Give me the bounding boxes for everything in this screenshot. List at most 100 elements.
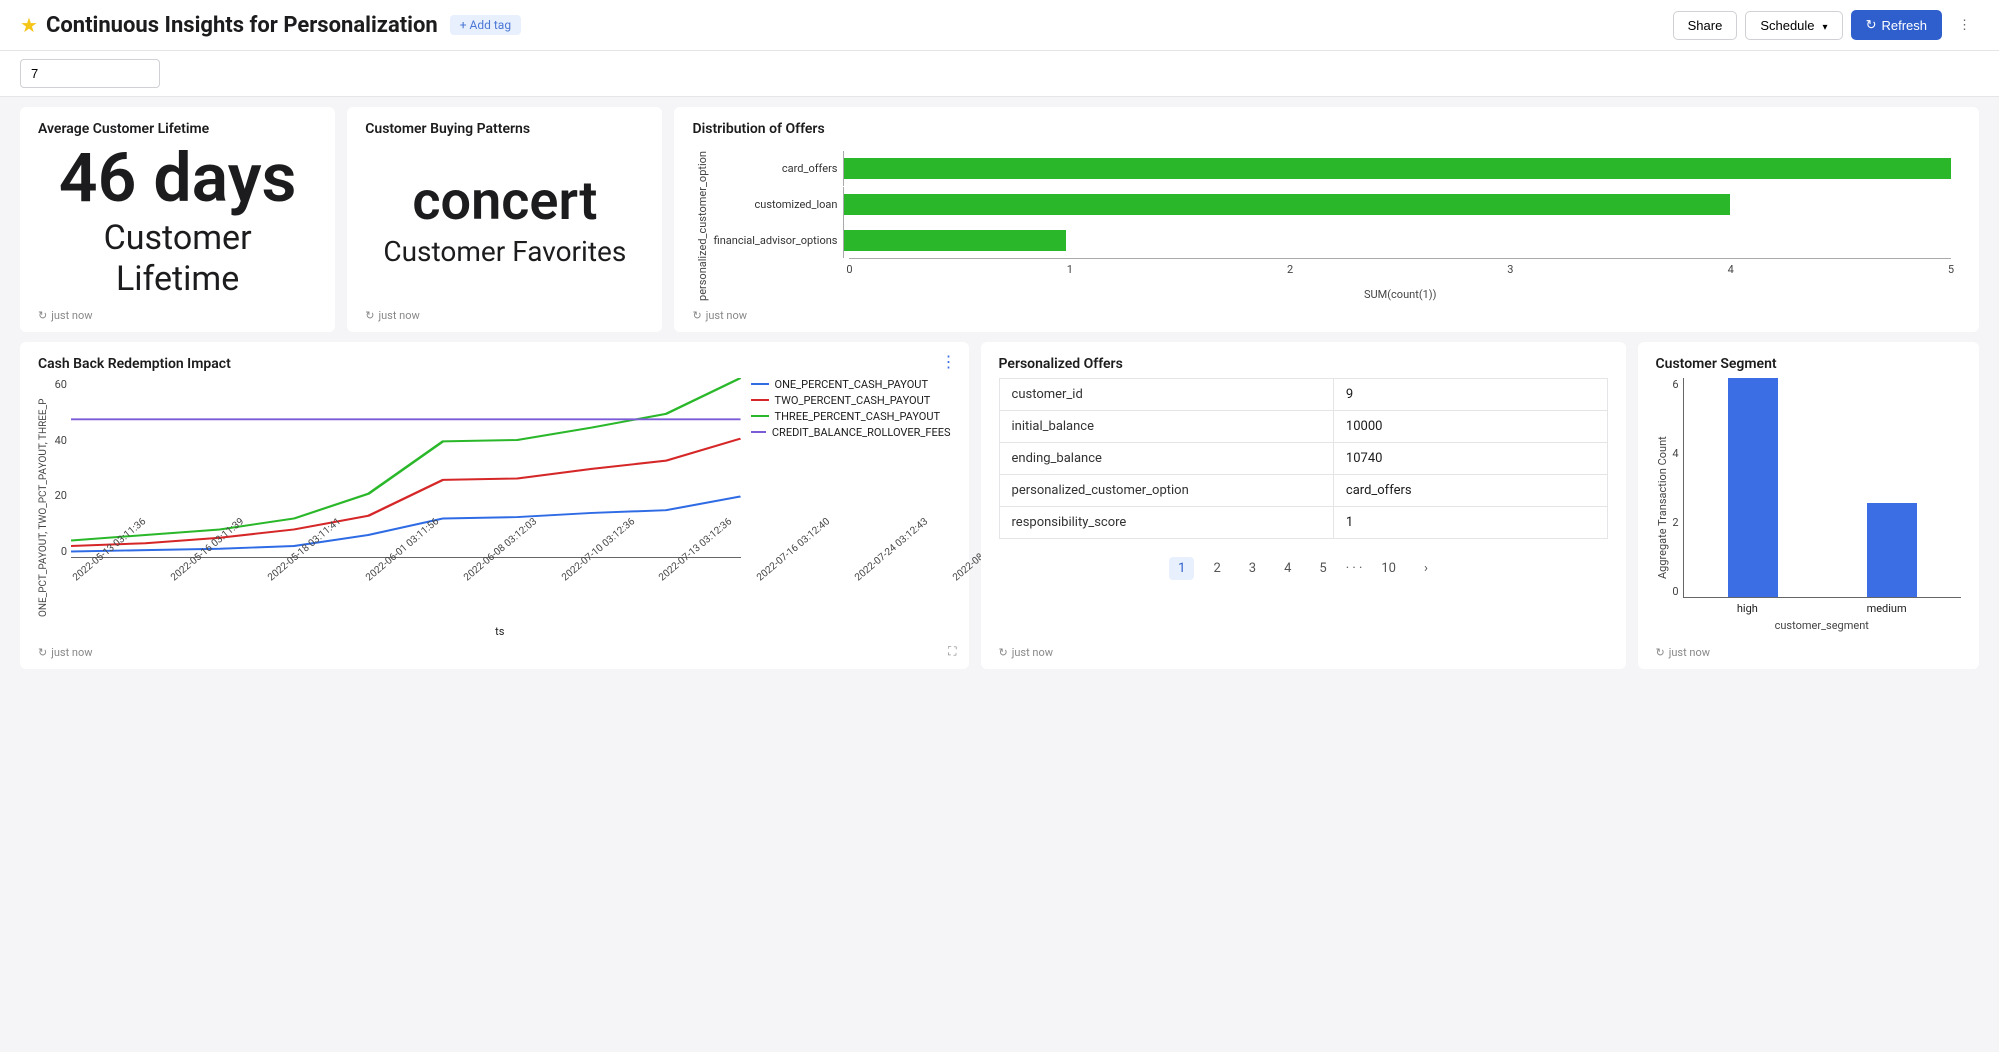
axis-tick: medium [1867,602,1907,615]
hbar-fill [844,158,1951,179]
axis-tick: 20 [49,489,67,502]
patterns-value: concert [412,175,597,229]
refresh-icon [692,309,701,322]
axis-tick: 2 [1287,263,1293,276]
axis-tick: 3 [1507,263,1513,276]
offers-table: customer_id9initial_balance10000ending_b… [999,378,1608,539]
legend-label: THREE_PERCENT_CASH_PAYOUT [775,410,941,423]
refresh-icon [38,646,47,659]
hbar-fill [844,194,1729,215]
star-icon[interactable]: ★ [20,13,38,37]
axis-tick: 6 [1669,378,1679,391]
chart-xlabel: customer_segment [1683,615,1961,632]
panel-timestamp: just now [51,309,92,322]
table-value: 10740 [1333,442,1607,474]
refresh-icon [999,646,1008,659]
panel-title: Cash Back Redemption Impact [38,356,951,372]
hbar-category: card_offers [713,162,843,175]
chart-ylabel: personalized_customer_option [692,151,713,301]
page-button[interactable]: 3 [1240,557,1265,580]
page-button[interactable]: 10 [1372,557,1405,580]
panel-title: Customer Segment [1656,356,1961,372]
panel-timestamp: just now [1012,646,1053,659]
refresh-button[interactable]: ↻Refresh [1851,10,1942,40]
lifetime-value: 46 days [59,144,297,212]
chart-legend: ONE_PERCENT_CASH_PAYOUT TWO_PERCENT_CASH_… [741,378,951,571]
panel-title: Average Customer Lifetime [38,121,317,137]
panel-title: Customer Buying Patterns [365,121,644,137]
share-button[interactable]: Share [1673,11,1738,40]
legend-swatch [751,383,769,385]
panel-timestamp: just now [51,646,92,659]
refresh-icon [38,309,47,322]
line-series [71,439,741,546]
legend-swatch [751,431,766,433]
hbar-category: customized_loan [713,198,843,211]
panel-patterns: Customer Buying Patterns concert Custome… [347,107,662,332]
table-value: 1 [1333,506,1607,538]
legend-item: THREE_PERCENT_CASH_PAYOUT [751,410,951,423]
axis-tick: 0 [846,263,852,276]
panel-cashback: ⋮ Cash Back Redemption Impact ONE_PCT_PA… [20,342,969,669]
axis-tick: 4 [1669,447,1679,460]
filter-input[interactable] [20,59,160,88]
refresh-icon: ↻ [1866,17,1877,33]
page-button[interactable]: 1 [1169,557,1194,580]
patterns-sub: Customer Favorites [383,235,626,269]
panel-distribution: Distribution of Offers personalized_cust… [674,107,1979,332]
chart-xlabel: SUM(count(1)) [849,288,1951,301]
pagination: 12345 · · · 10 › [999,549,1608,588]
table-value: 9 [1333,378,1607,410]
hbar-category: financial_advisor_options [713,234,843,247]
schedule-button[interactable]: Schedule [1745,11,1842,40]
legend-label: ONE_PERCENT_CASH_PAYOUT [775,378,929,391]
page-button[interactable]: 4 [1275,557,1300,580]
axis-tick: high [1737,602,1758,615]
table-value: card_offers [1333,474,1607,506]
panel-title: Personalized Offers [999,356,1608,372]
hbar-row: financial_advisor_options [713,222,1951,257]
panel-segment: Customer Segment Aggregate Transaction C… [1638,342,1979,669]
panel-timestamp: just now [706,309,747,322]
hbar-fill [844,230,1065,251]
legend-item: ONE_PERCENT_CASH_PAYOUT [751,378,951,391]
table-row: customer_id9 [999,378,1607,410]
panel-timestamp: just now [1669,646,1710,659]
table-row: initial_balance10000 [999,410,1607,442]
panel-menu-icon[interactable]: ⋮ [941,352,957,371]
panel-timestamp: just now [378,309,419,322]
more-menu-icon[interactable]: ⋮ [1950,12,1979,39]
table-value: 10000 [1333,410,1607,442]
table-key: responsibility_score [999,506,1333,538]
legend-label: CREDIT_BALANCE_ROLLOVER_FEES [772,426,951,439]
panel-title: Distribution of Offers [692,121,1961,137]
panel-offers-table: Personalized Offers customer_id9initial_… [981,342,1626,669]
vbar-bar [1867,503,1917,597]
axis-tick: 0 [1669,585,1679,598]
table-row: ending_balance10740 [999,442,1607,474]
page-next-button[interactable]: › [1415,557,1437,580]
page-title: Continuous Insights for Personalization [46,13,438,38]
hbar-row: customized_loan [713,187,1951,222]
add-tag-button[interactable]: + Add tag [450,15,521,35]
table-row: personalized_customer_optioncard_offers [999,474,1607,506]
page-button[interactable]: 5 [1310,557,1335,580]
hbar-row: card_offers [713,151,1951,186]
legend-item: CREDIT_BALANCE_ROLLOVER_FEES [751,426,951,439]
page-button[interactable]: 2 [1204,557,1229,580]
line-chart-svg [71,378,741,557]
legend-item: TWO_PERCENT_CASH_PAYOUT [751,394,951,407]
expand-icon[interactable]: ⛶ [948,644,956,659]
refresh-icon [1656,646,1665,659]
legend-label: TWO_PERCENT_CASH_PAYOUT [775,394,931,407]
vbar-bar [1728,378,1778,597]
chart-ylabel: ONE_PCT_PAYOUT, TWO_PCT_PAYOUT, THREE_P [38,378,49,638]
chevron-down-icon [1820,18,1828,33]
chart-ylabel: Aggregate Transaction Count [1656,378,1669,638]
page-ellipsis: · · · [1346,561,1363,576]
axis-tick: 4 [1728,263,1734,276]
axis-tick: 5 [1948,263,1954,276]
axis-tick: 60 [49,378,67,391]
table-key: customer_id [999,378,1333,410]
header-actions: Share Schedule ↻Refresh ⋮ [1673,10,1979,40]
